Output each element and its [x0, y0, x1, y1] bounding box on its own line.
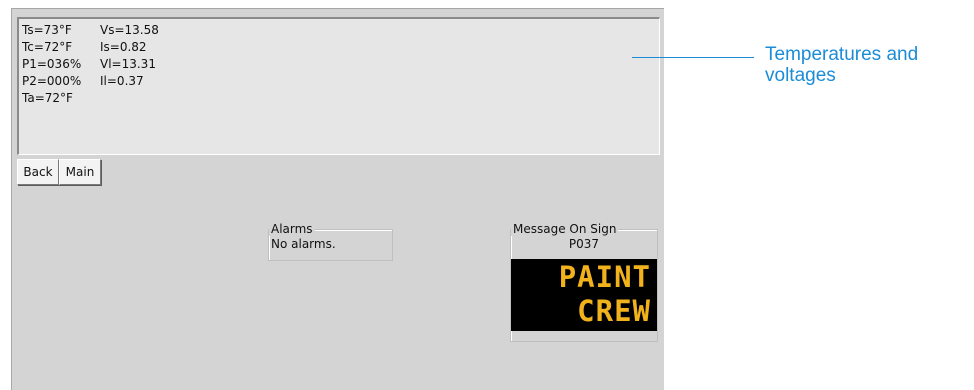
sign-message-code: P037 [568, 237, 600, 251]
status-row: P1=036% Vl=13.31 [22, 56, 159, 73]
status-row: Tc=72°F Is=0.82 [22, 39, 159, 56]
back-button[interactable]: Back [17, 159, 59, 185]
alarms-title: Alarms [269, 222, 315, 236]
status-value: Vl=13.31 [100, 57, 156, 71]
alarms-text: No alarms. [271, 237, 336, 251]
alarms-group: Alarms No alarms. [268, 222, 393, 261]
status-row: Ts=73°F Vs=13.58 [22, 22, 159, 39]
status-value: Ts=73°F [22, 23, 72, 37]
page: Ts=73°F Vs=13.58 Tc=72°F Is=0.82 P1=036%… [0, 0, 974, 390]
main-button[interactable]: Main [59, 159, 101, 185]
message-on-sign-group: Message On Sign P037 PAINT CREW [510, 222, 658, 342]
status-value: Il=0.37 [100, 74, 144, 88]
status-row: Ta=72°F [22, 90, 159, 107]
callout-line [632, 57, 754, 58]
message-on-sign-title: Message On Sign [511, 222, 619, 236]
main-panel: Ts=73°F Vs=13.58 Tc=72°F Is=0.82 P1=036%… [11, 8, 664, 390]
sign-display: PAINT CREW [511, 259, 657, 331]
callout-label: Temperatures and voltages [765, 44, 919, 86]
status-value: Is=0.82 [100, 40, 147, 54]
status-readout-text: Ts=73°F Vs=13.58 Tc=72°F Is=0.82 P1=036%… [22, 22, 159, 107]
status-value: Vs=13.58 [100, 23, 159, 37]
status-row: P2=000% Il=0.37 [22, 73, 159, 90]
status-value: Tc=72°F [22, 40, 73, 54]
status-readout-box: Ts=73°F Vs=13.58 Tc=72°F Is=0.82 P1=036%… [17, 17, 660, 155]
status-value: P2=000% [22, 74, 82, 88]
status-value: P1=036% [22, 57, 82, 71]
sign-line: PAINT [558, 260, 651, 294]
status-value: Ta=72°F [22, 91, 73, 105]
sign-line: CREW [577, 294, 651, 328]
